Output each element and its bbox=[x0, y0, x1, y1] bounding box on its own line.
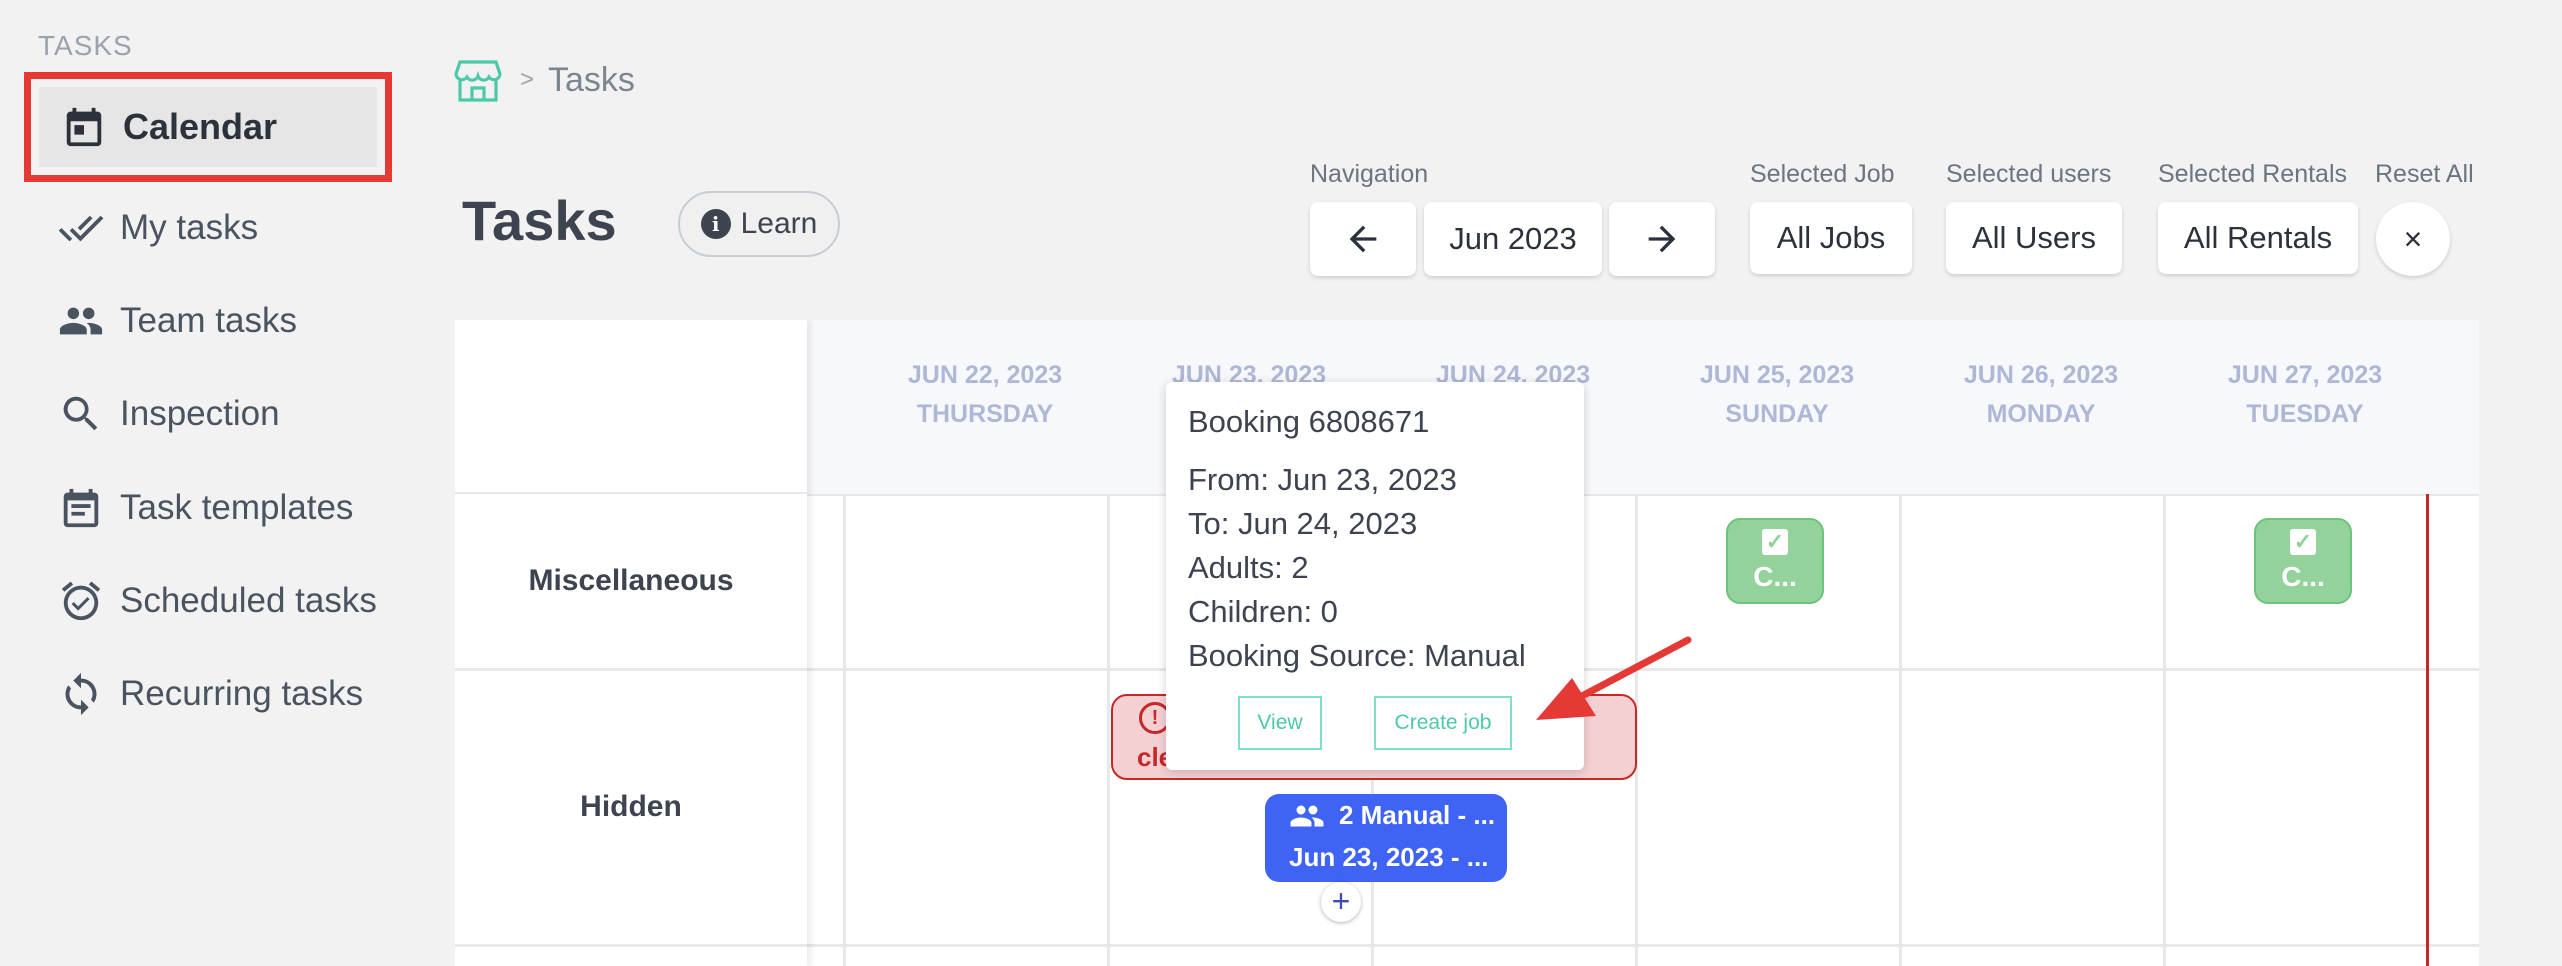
sidebar-item-task-templates[interactable]: Task templates bbox=[58, 478, 353, 538]
breadcrumb-separator: > bbox=[520, 66, 535, 93]
day-header: JUN 26, 2023 MONDAY bbox=[1909, 356, 2173, 434]
info-icon: i bbox=[700, 209, 731, 239]
day-date: JUN 27, 2023 bbox=[2227, 361, 2383, 389]
prev-month-button[interactable] bbox=[1310, 202, 1416, 276]
sidebar-item-label: My tasks bbox=[120, 208, 259, 247]
double-check-icon bbox=[58, 215, 104, 242]
next-month-button[interactable] bbox=[1609, 202, 1715, 276]
booking-card[interactable]: 2 Manual - ... Jun 23, 2023 - ... bbox=[1265, 794, 1507, 882]
add-task-button[interactable]: + bbox=[1321, 882, 1361, 922]
booking-dates: Jun 23, 2023 - ... bbox=[1289, 842, 1489, 872]
popup-from: From: Jun 23, 2023 bbox=[1188, 462, 1457, 497]
task-card[interactable]: ✓ C... bbox=[1726, 518, 1824, 604]
day-date: JUN 25, 2023 bbox=[1699, 361, 1855, 389]
store-icon[interactable] bbox=[454, 58, 502, 102]
breadcrumb: > Tasks bbox=[454, 58, 635, 102]
sidebar-item-label: Team tasks bbox=[120, 301, 297, 340]
recurring-icon bbox=[65, 672, 97, 716]
reset-all-button[interactable]: × bbox=[2376, 202, 2450, 276]
job-filter-button[interactable]: All Jobs bbox=[1750, 202, 1912, 274]
popup-to: To: Jun 24, 2023 bbox=[1188, 506, 1418, 541]
day-weekday: TUESDAY bbox=[2246, 400, 2364, 428]
users-filter-button[interactable]: All Users bbox=[1946, 202, 2122, 274]
selected-rentals-label: Selected Rentals bbox=[2158, 160, 2348, 188]
learn-label: Learn bbox=[740, 207, 818, 240]
day-date: JUN 22, 2023 bbox=[907, 361, 1063, 389]
sidebar-item-scheduled-tasks[interactable]: Scheduled tasks bbox=[58, 571, 377, 631]
sidebar-item-calendar[interactable]: Calendar bbox=[24, 72, 392, 182]
month-display[interactable]: Jun 2023 bbox=[1424, 202, 1602, 276]
page-title: Tasks bbox=[462, 189, 617, 252]
sidebar-item-team-tasks[interactable]: Team tasks bbox=[58, 291, 297, 351]
team-icon bbox=[1290, 805, 1324, 826]
day-header: JUN 25, 2023 SUNDAY bbox=[1645, 356, 1909, 434]
sidebar-item-label: Calendar bbox=[123, 106, 278, 147]
task-label: C... bbox=[1753, 561, 1797, 592]
task-card[interactable]: ✓ C... bbox=[2254, 518, 2352, 604]
day-weekday: THURSDAY bbox=[916, 400, 1054, 428]
view-button[interactable]: View bbox=[1238, 696, 1322, 750]
row-label-miscellaneous: Miscellaneous bbox=[528, 564, 734, 597]
reset-all-label: Reset All bbox=[2375, 160, 2474, 188]
selected-job-label: Selected Job bbox=[1750, 160, 1895, 188]
arrow-left-icon bbox=[1349, 225, 1377, 253]
day-header: JUN 27, 2023 TUESDAY bbox=[2173, 356, 2437, 434]
popup-title: Booking 6808671 bbox=[1188, 404, 1430, 439]
day-header: JUN 22, 2023 THURSDAY bbox=[853, 356, 1117, 434]
create-job-button[interactable]: Create job bbox=[1374, 696, 1512, 750]
current-time-line bbox=[2426, 494, 2429, 966]
navigation-label: Navigation bbox=[1310, 160, 1429, 188]
day-weekday: MONDAY bbox=[1986, 400, 2096, 428]
task-label: C... bbox=[2281, 561, 2325, 592]
breadcrumb-current: Tasks bbox=[548, 60, 635, 99]
day-date: JUN 26, 2023 bbox=[1963, 361, 2119, 389]
sidebar-item-recurring-tasks[interactable]: Recurring tasks bbox=[58, 664, 363, 724]
sidebar-item-label: Recurring tasks bbox=[120, 674, 364, 713]
popup-source: Booking Source: Manual bbox=[1188, 638, 1526, 673]
sidebar-item-my-tasks[interactable]: My tasks bbox=[58, 198, 258, 258]
team-icon bbox=[59, 307, 103, 335]
arrow-right-icon bbox=[1648, 225, 1676, 253]
day-weekday: SUNDAY bbox=[1725, 400, 1829, 428]
sidebar-item-label: Task templates bbox=[120, 488, 354, 527]
sidebar-item-inspection[interactable]: Inspection bbox=[58, 384, 280, 444]
checkbox-icon: ✓ bbox=[2290, 529, 2316, 555]
popup-children: Children: 0 bbox=[1188, 594, 1338, 629]
checkbox-icon: ✓ bbox=[1762, 529, 1788, 555]
calendar-icon bbox=[66, 107, 102, 147]
sidebar-heading: TASKS bbox=[38, 30, 133, 61]
selected-users-label: Selected users bbox=[1946, 160, 2112, 188]
search-icon bbox=[63, 396, 98, 431]
sidebar-item-label: Scheduled tasks bbox=[120, 581, 377, 620]
template-icon bbox=[63, 488, 99, 528]
rentals-filter-button[interactable]: All Rentals bbox=[2158, 202, 2358, 274]
sidebar-item-label: Inspection bbox=[120, 394, 280, 433]
alarm-icon bbox=[61, 581, 101, 621]
row-labels-column: Miscellaneous Hidden bbox=[455, 320, 807, 966]
row-label-hidden: Hidden bbox=[580, 790, 682, 823]
annotation-arrow-icon bbox=[1536, 636, 1692, 720]
learn-button[interactable]: i Learn bbox=[678, 191, 840, 257]
booking-title: 2 Manual - ... bbox=[1339, 800, 1496, 830]
popup-adults: Adults: 2 bbox=[1188, 550, 1309, 585]
